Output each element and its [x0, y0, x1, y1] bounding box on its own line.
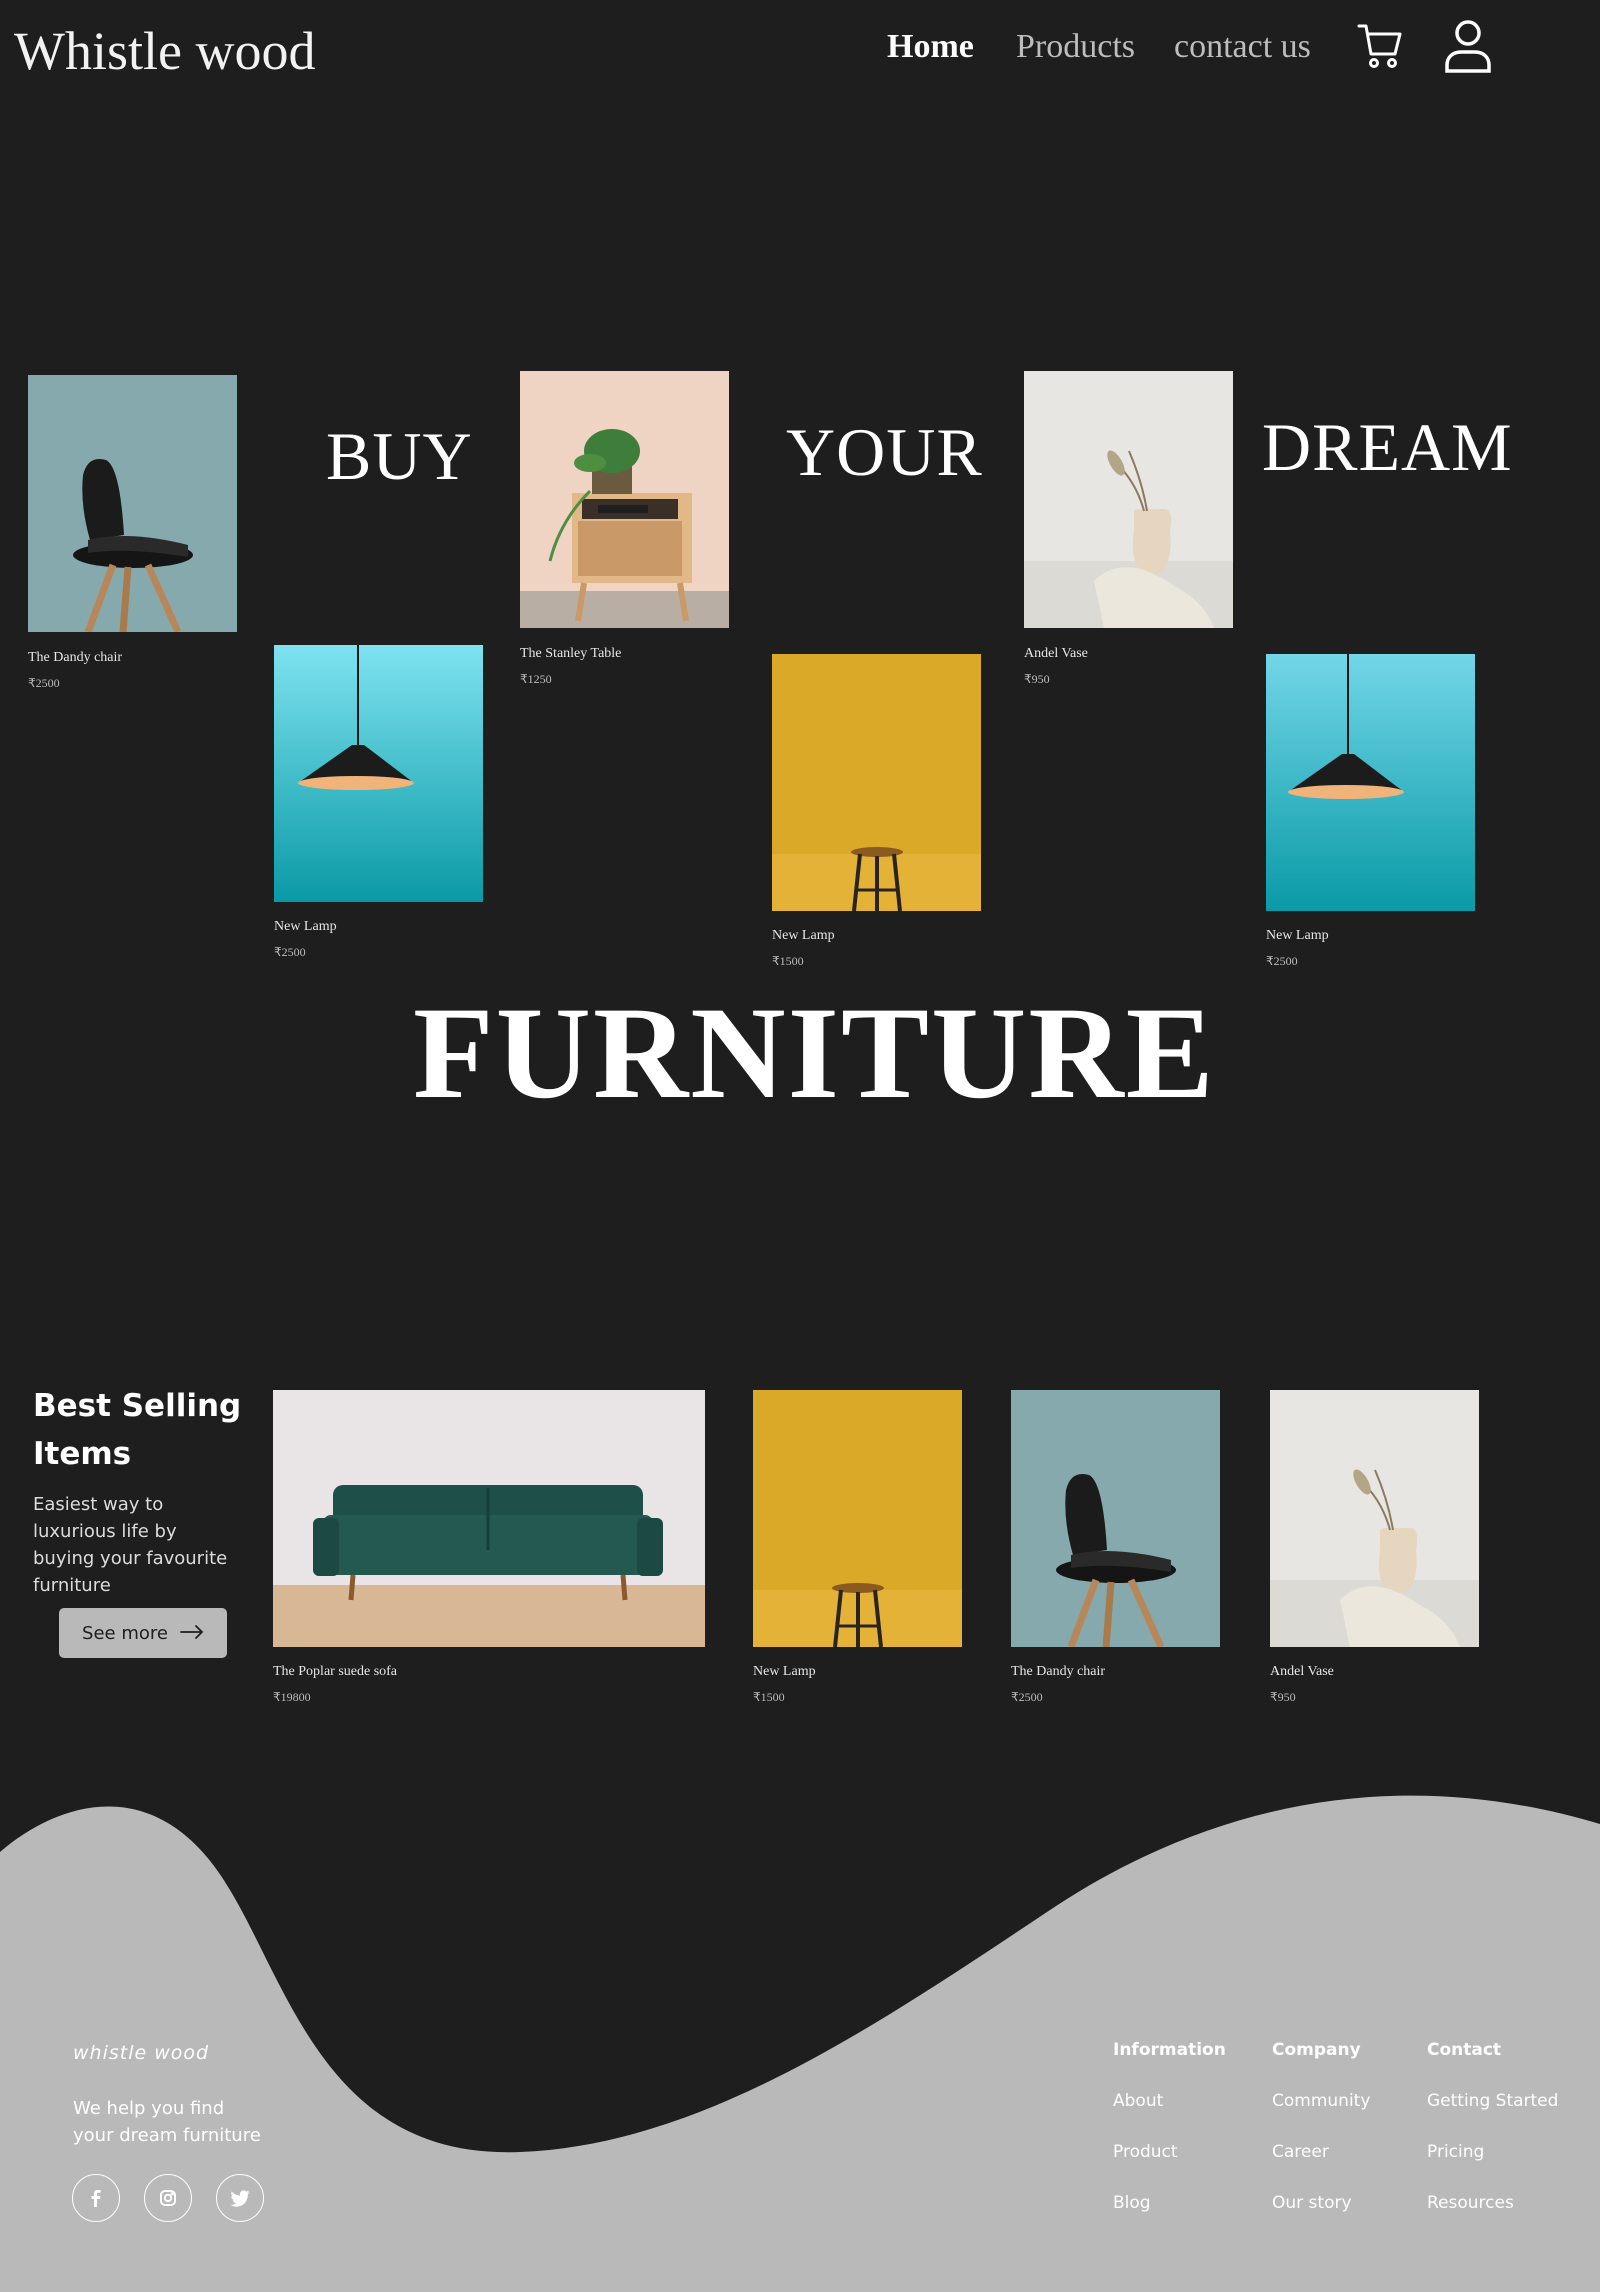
product-price: ₹950 — [1270, 1690, 1296, 1704]
hero-word-buy: BUY — [326, 418, 473, 494]
hero-word-your: YOUR — [786, 414, 983, 490]
footer-tagline-line: We help you find — [73, 2098, 225, 2119]
footer-heading-contact: Contact — [1427, 2040, 1502, 2060]
product-name[interactable]: New Lamp — [772, 928, 835, 944]
best-selling-title-line: Items — [33, 1436, 132, 1472]
see-more-label: See more — [82, 1622, 168, 1644]
description-line: buying your favourite — [33, 1548, 228, 1569]
product-image-new-lamp[interactable] — [274, 645, 483, 902]
product-name[interactable]: New Lamp — [1266, 928, 1329, 944]
product-price: ₹2500 — [1266, 954, 1298, 968]
product-name[interactable]: Andel Vase — [1270, 1664, 1334, 1680]
footer-link-getting-started[interactable]: Getting Started — [1427, 2091, 1558, 2111]
product-name[interactable]: Andel Vase — [1024, 646, 1088, 662]
product-name[interactable]: The Dandy chair — [1011, 1664, 1105, 1680]
footer-tagline: We help you find your dream furniture — [73, 2095, 261, 2149]
best-selling-description: Easiest way to luxurious life by buying … — [33, 1491, 227, 1599]
hero-word-dream: DREAM — [1262, 409, 1513, 485]
product-image-poplar-sofa[interactable] — [273, 1390, 705, 1647]
arrow-right-icon — [180, 1623, 204, 1644]
description-line: luxurious life by — [33, 1521, 177, 1542]
footer-link-product[interactable]: Product — [1113, 2142, 1178, 2162]
product-price: ₹950 — [1024, 672, 1050, 686]
best-selling-title: Best Selling Items — [33, 1382, 241, 1478]
footer-tagline-line: your dream furniture — [73, 2125, 261, 2146]
product-name[interactable]: The Stanley Table — [520, 646, 621, 662]
product-price: ₹1500 — [772, 954, 804, 968]
footer-link-community[interactable]: Community — [1272, 2091, 1370, 2111]
twitter-icon[interactable] — [216, 2174, 264, 2222]
description-line: Easiest way to — [33, 1494, 164, 1515]
product-image-andel-vase[interactable] — [1270, 1390, 1479, 1647]
product-image-new-lamp-stool[interactable] — [753, 1390, 962, 1647]
instagram-icon[interactable] — [144, 2174, 192, 2222]
product-price: ₹2500 — [1011, 1690, 1043, 1704]
product-name[interactable]: New Lamp — [753, 1664, 816, 1680]
facebook-icon[interactable] — [72, 2174, 120, 2222]
footer-link-pricing[interactable]: Pricing — [1427, 2142, 1484, 2162]
product-image-dandy-chair[interactable] — [1011, 1390, 1220, 1647]
footer-link-career[interactable]: Career — [1272, 2142, 1329, 2162]
best-selling-title-line: Best Selling — [33, 1388, 242, 1424]
see-more-button[interactable]: See more — [59, 1608, 227, 1658]
product-name[interactable]: New Lamp — [274, 919, 337, 935]
product-name[interactable]: The Poplar suede sofa — [273, 1664, 397, 1680]
footer-brand[interactable]: whistle wood — [73, 2042, 209, 2064]
product-price: ₹1250 — [520, 672, 552, 686]
hero-headline: FURNITURE — [413, 979, 1216, 1126]
product-price: ₹1500 — [753, 1690, 785, 1704]
product-image-dandy-chair[interactable] — [28, 375, 237, 632]
product-price: ₹19800 — [273, 1690, 311, 1704]
footer-link-our-story[interactable]: Our story — [1272, 2193, 1352, 2213]
footer-link-resources[interactable]: Resources — [1427, 2193, 1514, 2213]
nav-products[interactable]: Products — [1016, 28, 1135, 66]
product-image-new-lamp-stool[interactable] — [772, 654, 981, 911]
cart-icon[interactable] — [1352, 18, 1408, 74]
nav-contact[interactable]: contact us — [1174, 28, 1311, 66]
product-price: ₹2500 — [28, 676, 60, 690]
product-name[interactable]: The Dandy chair — [28, 650, 122, 666]
nav-home[interactable]: Home — [887, 28, 974, 66]
description-line: furniture — [33, 1575, 111, 1596]
product-price: ₹2500 — [274, 945, 306, 959]
product-image-stanley-table[interactable] — [520, 371, 729, 628]
footer-heading-company: Company — [1272, 2040, 1361, 2060]
site-logo[interactable]: Whistle wood — [14, 20, 315, 82]
product-image-new-lamp[interactable] — [1266, 654, 1475, 911]
product-image-andel-vase[interactable] — [1024, 371, 1233, 628]
footer-heading-information: Information — [1113, 2040, 1226, 2060]
user-icon[interactable] — [1440, 18, 1496, 74]
footer-link-blog[interactable]: Blog — [1113, 2193, 1151, 2213]
footer-link-about[interactable]: About — [1113, 2091, 1163, 2111]
